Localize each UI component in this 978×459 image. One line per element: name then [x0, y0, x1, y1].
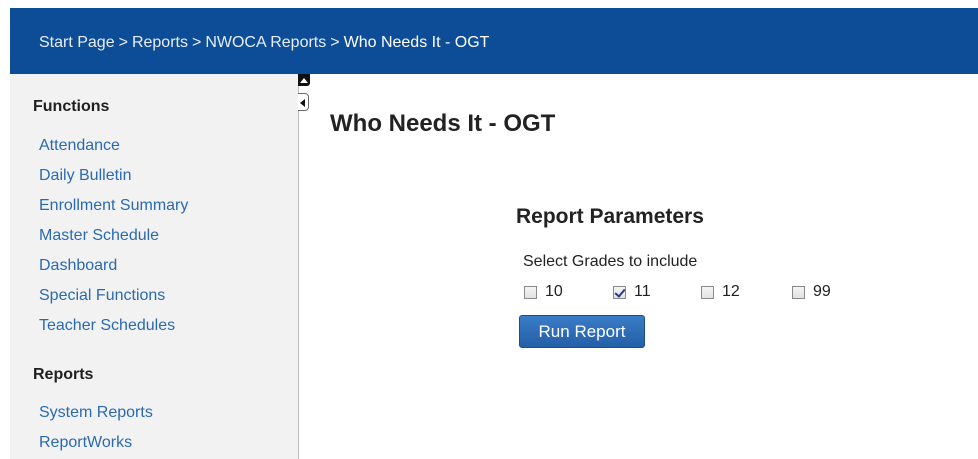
- sidebar-item-master-schedule[interactable]: Master Schedule: [39, 221, 188, 251]
- grade-10-checkbox[interactable]: [524, 285, 537, 299]
- breadcrumb-reports[interactable]: Reports: [132, 34, 188, 51]
- breadcrumb: Start Page > Reports > NWOCA Reports > Who Nee…: [39, 34, 489, 52]
- sidebar-functions-list: Attendance Daily Bulletin Enrollment Sum…: [39, 131, 188, 341]
- grades-label: Select Grades to include: [523, 253, 698, 270]
- breadcrumb-nwoca-reports[interactable]: NWOCA Reports: [205, 34, 326, 51]
- sidebar-section-reports-title: Reports: [33, 366, 94, 383]
- sidebar-item-attendance[interactable]: Attendance: [39, 131, 188, 161]
- grade-12-option[interactable]: 12: [701, 283, 740, 301]
- chevron-up-icon: [300, 78, 308, 83]
- breadcrumb-separator: >: [191, 34, 202, 51]
- grade-12-checkbox[interactable]: [701, 285, 714, 299]
- grade-99-label: 99: [813, 283, 831, 300]
- sidebar-section-functions-title: Functions: [33, 98, 110, 115]
- grade-11-checkbox[interactable]: [613, 285, 626, 299]
- grade-11-label: 11: [634, 283, 651, 300]
- grade-11-option[interactable]: 11: [613, 283, 651, 301]
- page-title: Who Needs It - OGT: [330, 110, 556, 137]
- chevron-left-icon: [300, 99, 305, 107]
- sidebar-item-enrollment-summary[interactable]: Enrollment Summary: [39, 191, 188, 221]
- grade-99-checkbox[interactable]: [792, 285, 805, 299]
- sidebar: Functions Attendance Daily Bulletin Enro…: [10, 74, 299, 459]
- grade-10-label: 10: [545, 283, 563, 300]
- sidebar-item-daily-bulletin[interactable]: Daily Bulletin: [39, 161, 188, 191]
- collapse-sidebar-button[interactable]: [298, 93, 309, 111]
- top-header: Start Page > Reports > NWOCA Reports > Who Nee…: [10, 0, 978, 74]
- window-edge: [0, 0, 10, 459]
- sidebar-reports-list: System Reports ReportWorks: [39, 398, 153, 458]
- sidebar-item-special-functions[interactable]: Special Functions: [39, 281, 188, 311]
- grade-99-option[interactable]: 99: [792, 283, 831, 301]
- sidebar-item-dashboard[interactable]: Dashboard: [39, 251, 188, 281]
- collapse-header-button[interactable]: [298, 74, 310, 86]
- breadcrumb-start-page[interactable]: Start Page: [39, 34, 115, 51]
- sidebar-item-reportworks[interactable]: ReportWorks: [39, 428, 153, 458]
- grade-10-option[interactable]: 10: [524, 283, 563, 301]
- run-report-button[interactable]: Run Report: [519, 315, 645, 348]
- report-parameters-title: Report Parameters: [516, 205, 704, 228]
- breadcrumb-current-page: Who Needs It - OGT: [343, 34, 490, 51]
- breadcrumb-separator: >: [118, 34, 128, 51]
- breadcrumb-separator: >: [330, 34, 340, 51]
- grade-12-label: 12: [722, 283, 740, 300]
- sidebar-item-teacher-schedules[interactable]: Teacher Schedules: [39, 311, 188, 341]
- sidebar-item-system-reports[interactable]: System Reports: [39, 398, 153, 428]
